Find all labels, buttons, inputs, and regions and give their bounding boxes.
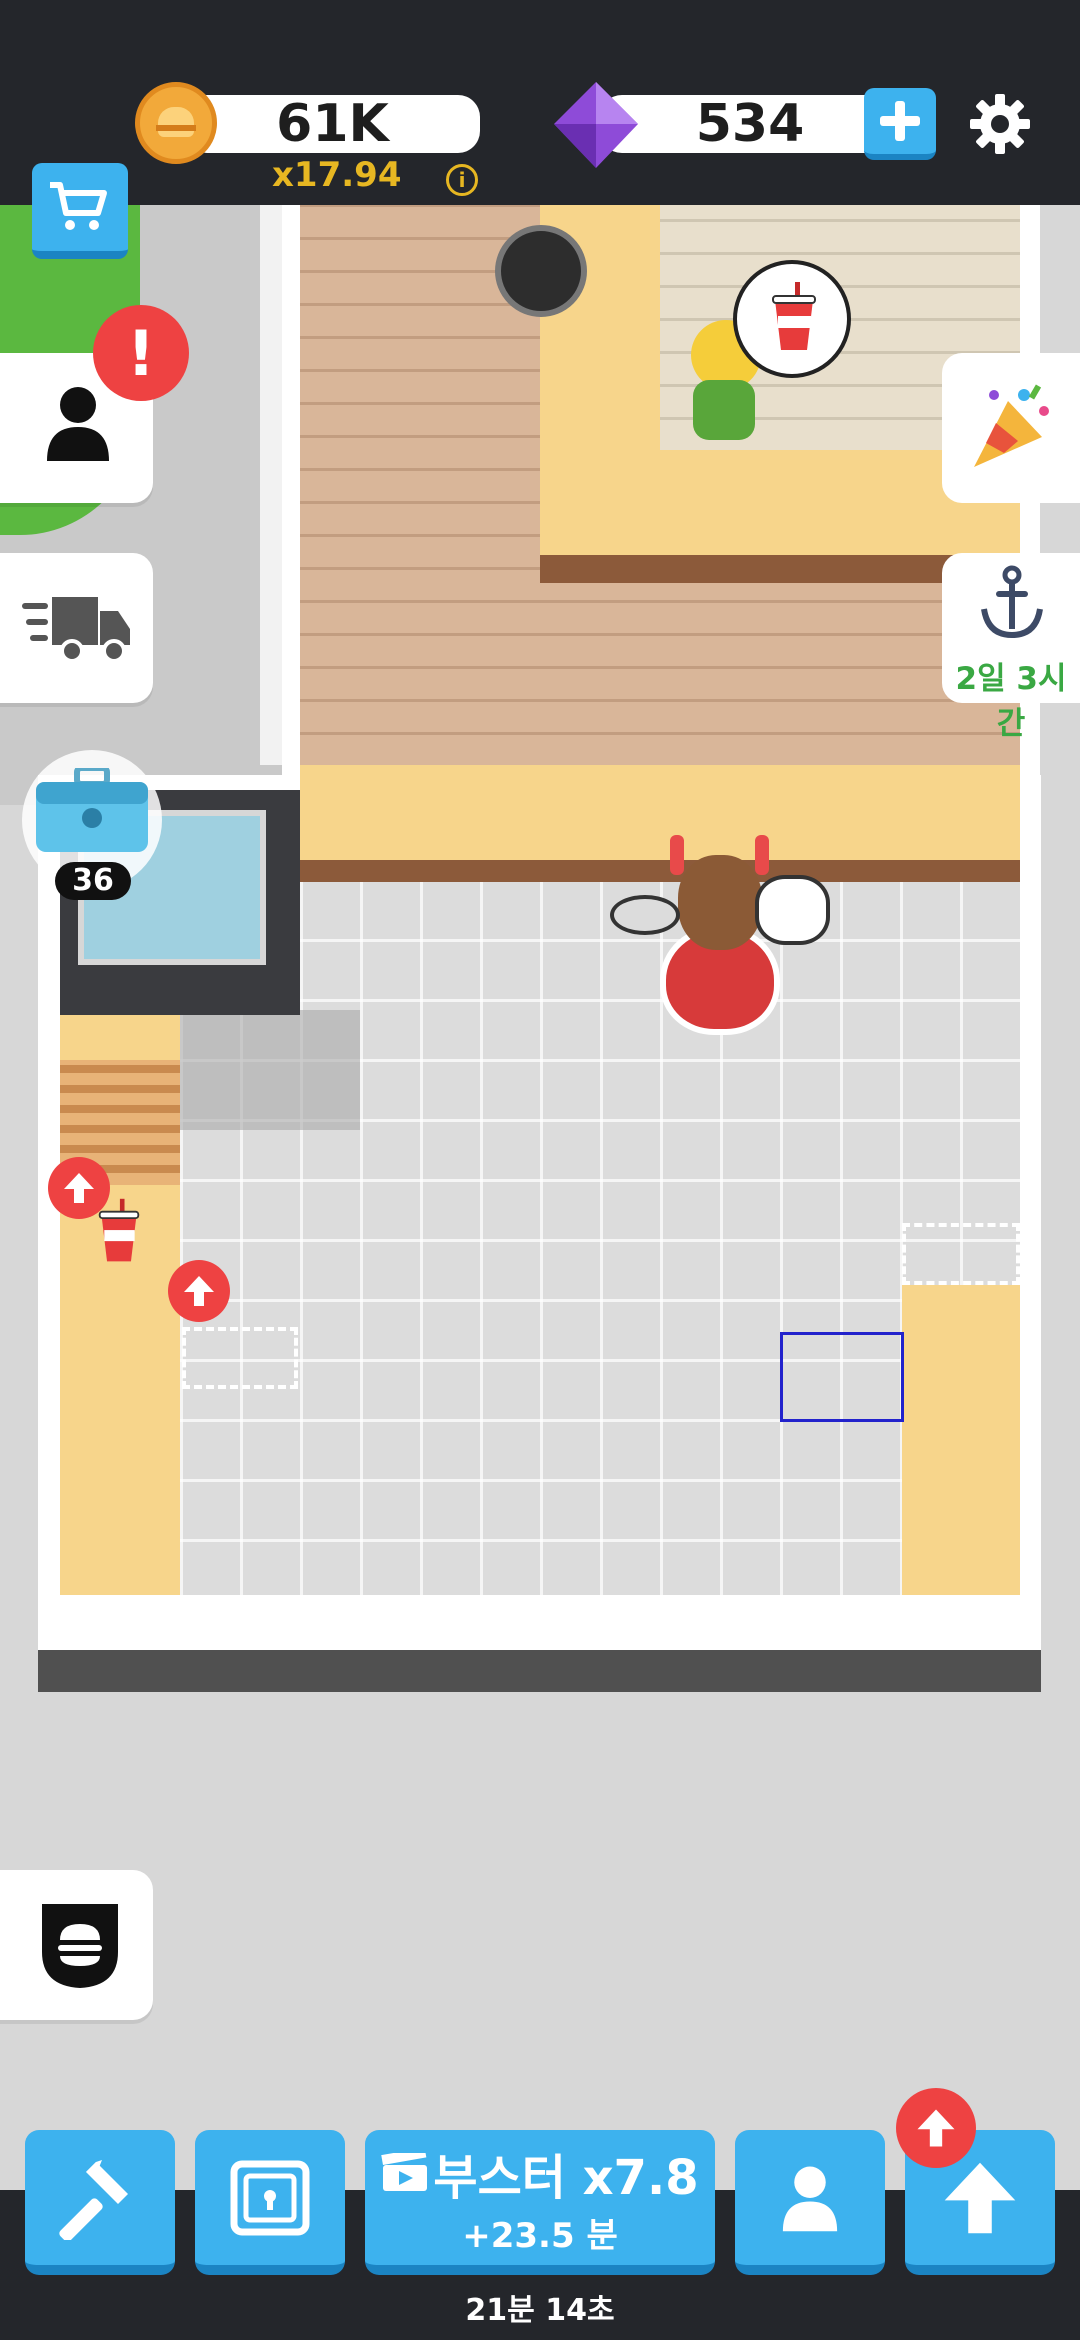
truck-icon xyxy=(22,597,130,663)
burger-menu-button[interactable] xyxy=(0,1870,153,2020)
burger-shield-icon xyxy=(42,1904,118,1988)
gem-amount: 534 xyxy=(695,94,805,154)
kitchen-hole xyxy=(495,225,587,317)
anchor-event-button[interactable]: 2일 3시간 xyxy=(942,553,1080,742)
staff-icon xyxy=(782,2166,838,2231)
coin-counter: 61K xyxy=(185,94,480,154)
toolbox-button[interactable]: 36 xyxy=(22,750,162,900)
upgrade-alert-icon[interactable] xyxy=(896,2088,976,2168)
booster-button[interactable]: 부스터 x7.8 +23.5 분 xyxy=(365,2130,715,2275)
coin-icon xyxy=(135,82,217,164)
upgrade-arrow-icon[interactable] xyxy=(168,1260,230,1322)
add-gems-button[interactable] xyxy=(864,88,936,160)
cart-icon xyxy=(50,182,107,230)
empty-slot[interactable] xyxy=(182,1327,298,1389)
player-character[interactable] xyxy=(610,835,830,1035)
alert-icon[interactable]: ! xyxy=(93,305,189,401)
multiplier-text: x17.94 xyxy=(272,155,402,195)
info-icon[interactable]: i xyxy=(446,164,478,196)
bottom-timer: 21분 14초 xyxy=(465,2293,615,2328)
info-symbol: i xyxy=(458,168,466,192)
booster-sub: +23.5 분 xyxy=(462,2216,618,2256)
selection-box xyxy=(780,1332,904,1422)
event-party-button[interactable] xyxy=(942,353,1080,503)
safe-icon xyxy=(230,2160,310,2235)
drink-cup-icon xyxy=(772,282,816,350)
upgrade-arrow-icon[interactable] xyxy=(48,1157,110,1219)
upgrade-arrow-icon xyxy=(944,2162,1016,2233)
booster-label: 부스터 x7.8 xyxy=(433,2150,699,2206)
build-button[interactable] xyxy=(25,2130,175,2275)
vault-button[interactable] xyxy=(195,2130,345,2275)
gear-icon[interactable] xyxy=(968,92,1032,156)
person-icon xyxy=(47,387,109,461)
tile-floor xyxy=(180,882,1020,1595)
empty-slot[interactable] xyxy=(902,1223,1020,1285)
shop-cart-button[interactable] xyxy=(32,163,128,259)
gem-counter: 534 xyxy=(600,94,900,154)
game-scene[interactable]: 36 ! 2일 3시간 xyxy=(0,163,1080,2190)
hammer-icon xyxy=(59,2159,128,2240)
event-timer: 2일 3시간 xyxy=(955,661,1067,742)
delivery-button[interactable] xyxy=(0,553,153,703)
toolbox-icon xyxy=(36,768,148,852)
toolbox-count: 36 xyxy=(72,863,114,898)
top-hud: 61K x17.94 i 534 xyxy=(0,0,1080,205)
anchor-icon xyxy=(981,565,1043,639)
video-icon xyxy=(381,2153,428,2191)
gem-icon xyxy=(554,82,638,168)
coin-amount: 61K xyxy=(276,94,389,154)
party-popper-icon xyxy=(974,384,1049,467)
staff-button[interactable] xyxy=(735,2130,885,2275)
order-bubble xyxy=(733,260,851,378)
